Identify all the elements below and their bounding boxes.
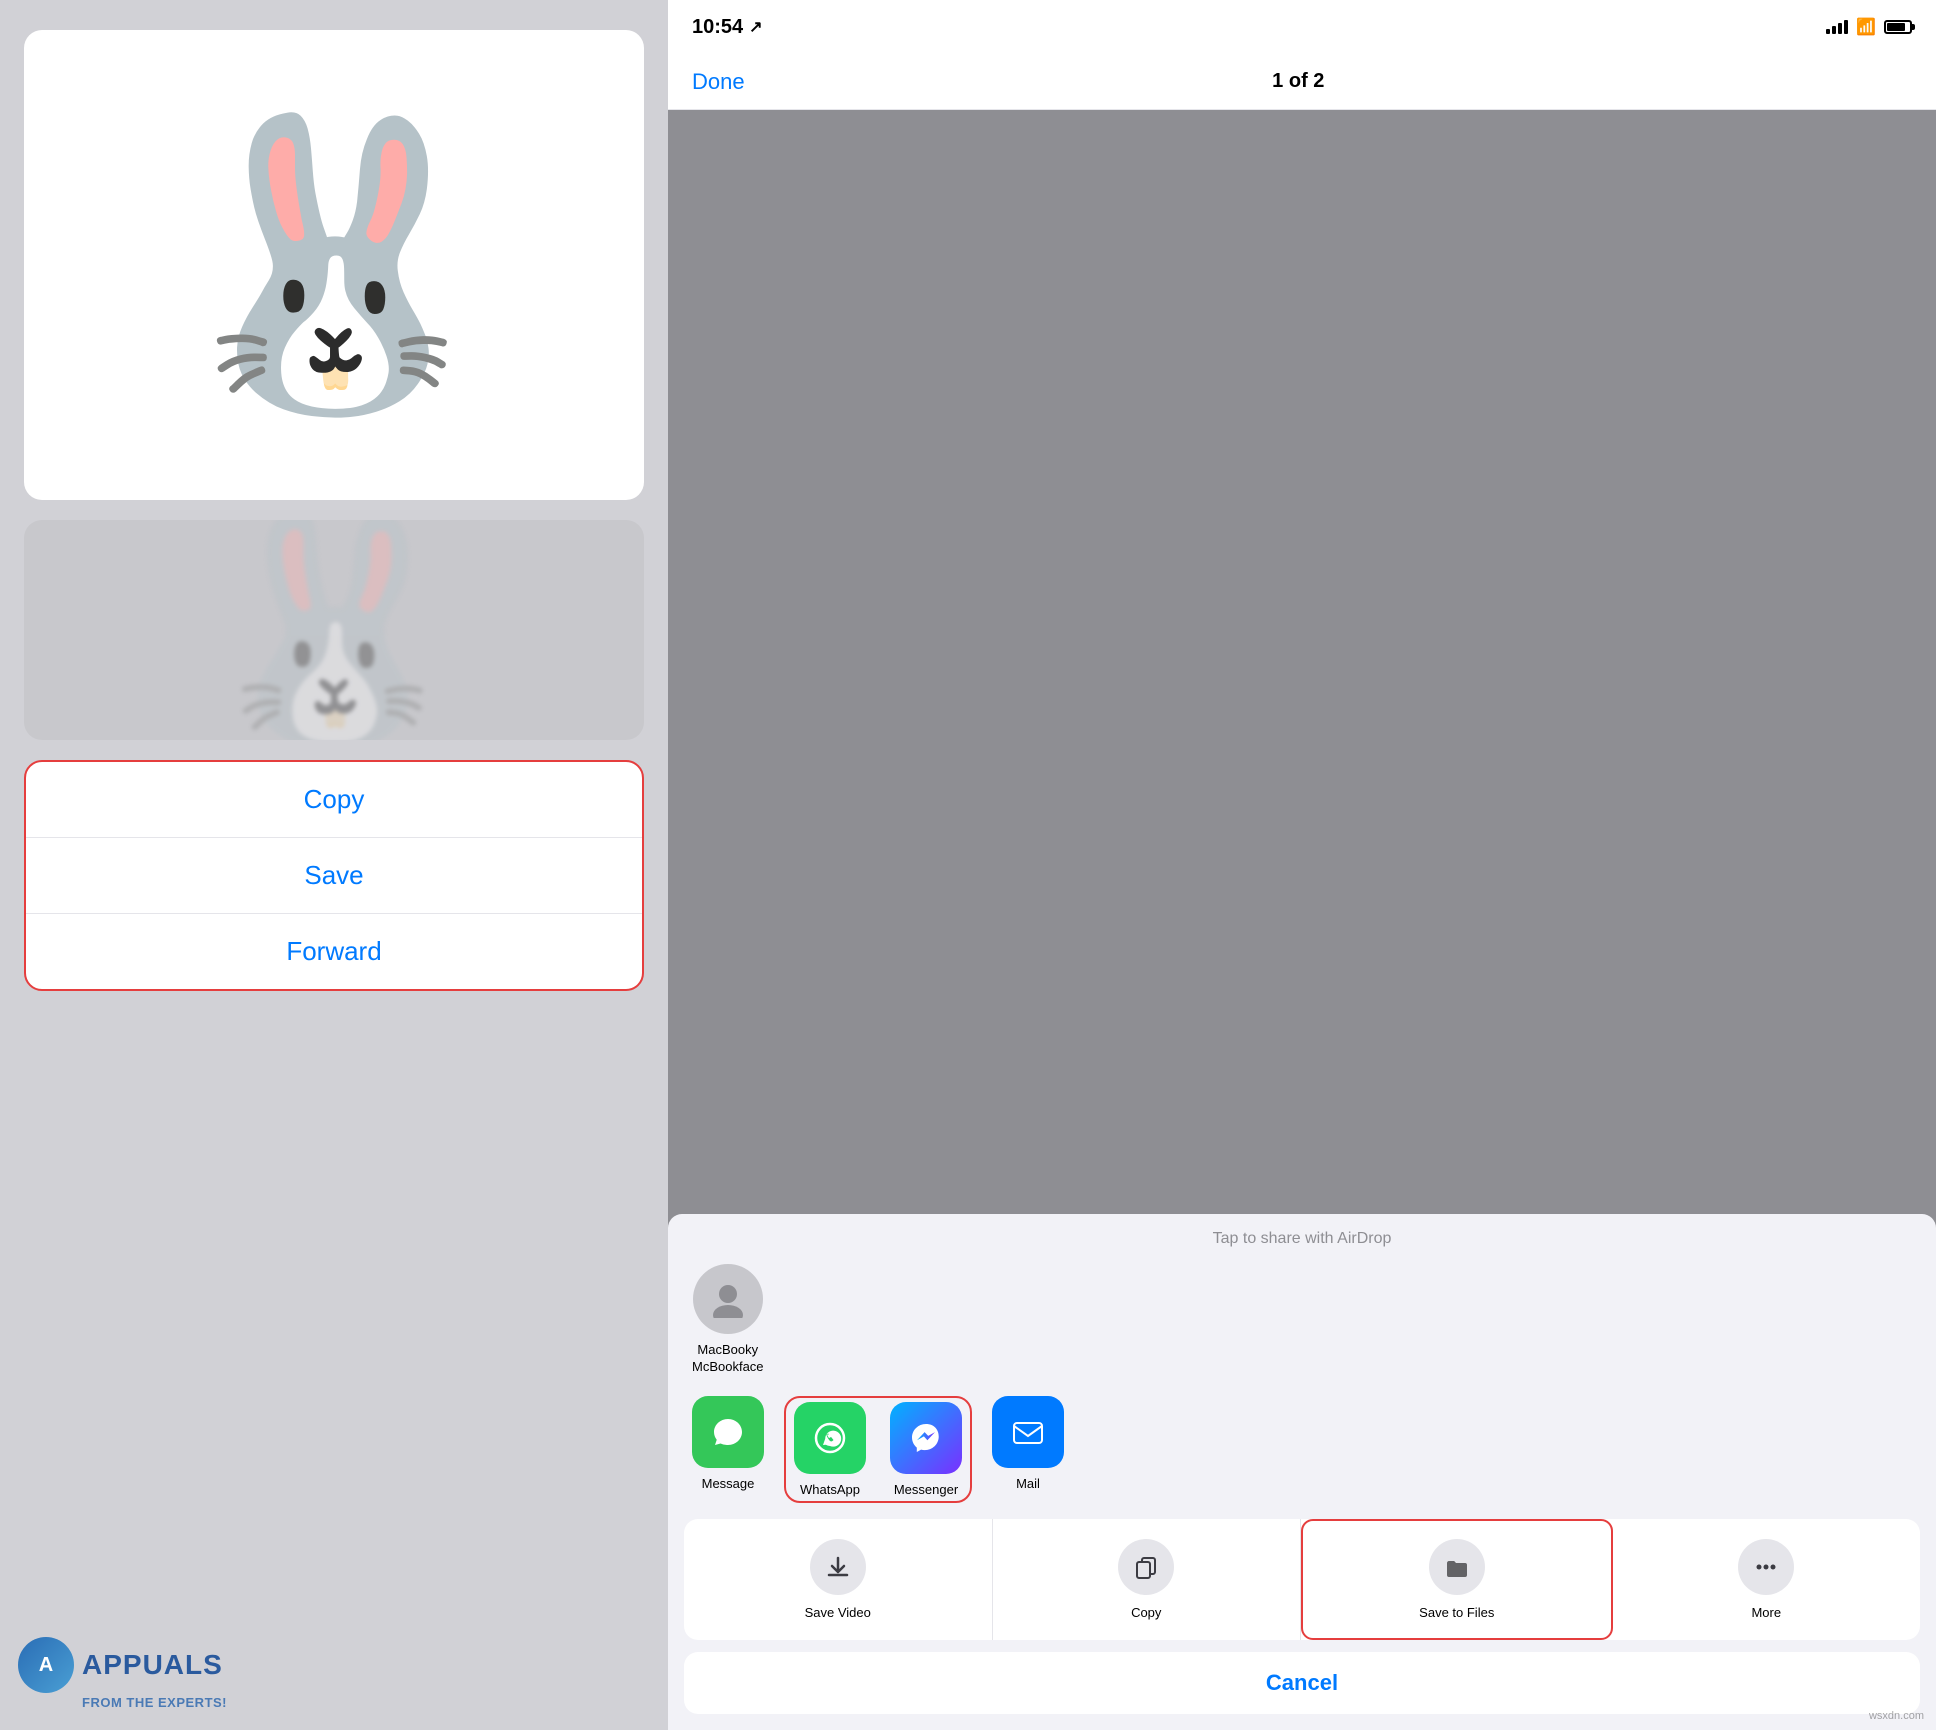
save-video-icon	[810, 1539, 866, 1595]
cancel-button[interactable]: Cancel	[684, 1652, 1920, 1714]
copy-label: Copy	[1131, 1605, 1161, 1620]
done-button[interactable]: Done	[692, 69, 745, 95]
context-menu-card: Copy Save Forward	[24, 760, 644, 991]
save-to-files-label: Save to Files	[1419, 1605, 1494, 1620]
nav-counter: 1 of 2	[1272, 70, 1324, 93]
app-icon-message[interactable]: Message	[688, 1396, 768, 1491]
messages-icon	[692, 1396, 764, 1468]
status-icons: 📶	[1826, 17, 1912, 37]
more-icon	[1738, 1539, 1794, 1595]
appuals-watermark: A APPUALS FROM THE EXPERTS!	[18, 1637, 227, 1710]
right-panel: 10:54 ↗ 📶 Done 1 of 2 🐰	[668, 0, 1936, 1730]
rabbit-image-card: 🐰	[24, 30, 644, 500]
mail-icon	[992, 1396, 1064, 1468]
battery-icon	[1884, 20, 1912, 34]
rabbit-emoji: 🐰	[160, 125, 509, 405]
contact-name: MacBookyMcBookface	[692, 1342, 764, 1376]
app-icons-section: Message WhatsApp	[684, 1396, 1920, 1503]
save-video-label: Save Video	[805, 1605, 871, 1620]
copy-icon	[1118, 1539, 1174, 1595]
action-copy[interactable]: Copy	[993, 1519, 1302, 1640]
context-menu-forward[interactable]: Forward	[26, 914, 642, 989]
wsxdn-watermark: wsxdn.com	[1869, 1710, 1924, 1722]
messenger-icon	[890, 1402, 962, 1474]
contact-avatar	[693, 1264, 763, 1334]
app-icon-mail[interactable]: Mail	[988, 1396, 1068, 1491]
action-more[interactable]: More	[1613, 1519, 1921, 1640]
signal-icon	[1826, 20, 1848, 34]
share-sheet: Tap to share with AirDrop MacBookyMcBook…	[668, 1214, 1936, 1730]
app-icon-whatsapp[interactable]: WhatsApp	[790, 1402, 870, 1497]
airdrop-hint-text: Tap to share with AirDrop	[684, 1230, 1920, 1248]
appuals-logo-icon: A	[18, 1637, 74, 1693]
app-icon-message-label: Message	[702, 1476, 755, 1491]
status-time: 10:54 ↗	[692, 16, 763, 39]
whatsapp-messenger-highlight: WhatsApp	[784, 1396, 972, 1503]
status-bar: 10:54 ↗ 📶	[668, 0, 1936, 54]
wifi-icon: 📶	[1856, 17, 1876, 37]
context-menu-copy[interactable]: Copy	[26, 762, 642, 838]
appuals-tagline: FROM THE EXPERTS!	[82, 1695, 227, 1710]
whatsapp-icon	[794, 1402, 866, 1474]
location-arrow-icon: ↗	[749, 17, 762, 37]
shadow-area: 🐰	[24, 520, 644, 740]
airdrop-contact-macbooky[interactable]: MacBookyMcBookface	[692, 1264, 764, 1376]
action-save-video[interactable]: Save Video	[684, 1519, 993, 1640]
app-icon-mail-label: Mail	[1016, 1476, 1040, 1491]
nav-bar: Done 1 of 2	[668, 54, 1936, 110]
action-save-to-files[interactable]: Save to Files	[1301, 1519, 1613, 1640]
action-row: Save Video Copy Save	[684, 1519, 1920, 1640]
airdrop-contacts-row: MacBookyMcBookface	[684, 1264, 1920, 1376]
more-label: More	[1751, 1605, 1781, 1620]
appuals-name: APPUALS	[82, 1649, 223, 1681]
app-icon-messenger-label: Messenger	[894, 1482, 958, 1497]
app-icon-whatsapp-label: WhatsApp	[800, 1482, 860, 1497]
context-menu-save[interactable]: Save	[26, 838, 642, 914]
save-to-files-icon	[1429, 1539, 1485, 1595]
left-panel: 🐰 🐰 Copy Save Forward A APPUALS FROM THE…	[0, 0, 668, 1730]
rabbit-shadow-emoji: 🐰	[197, 520, 471, 740]
app-icon-messenger[interactable]: Messenger	[886, 1402, 966, 1497]
